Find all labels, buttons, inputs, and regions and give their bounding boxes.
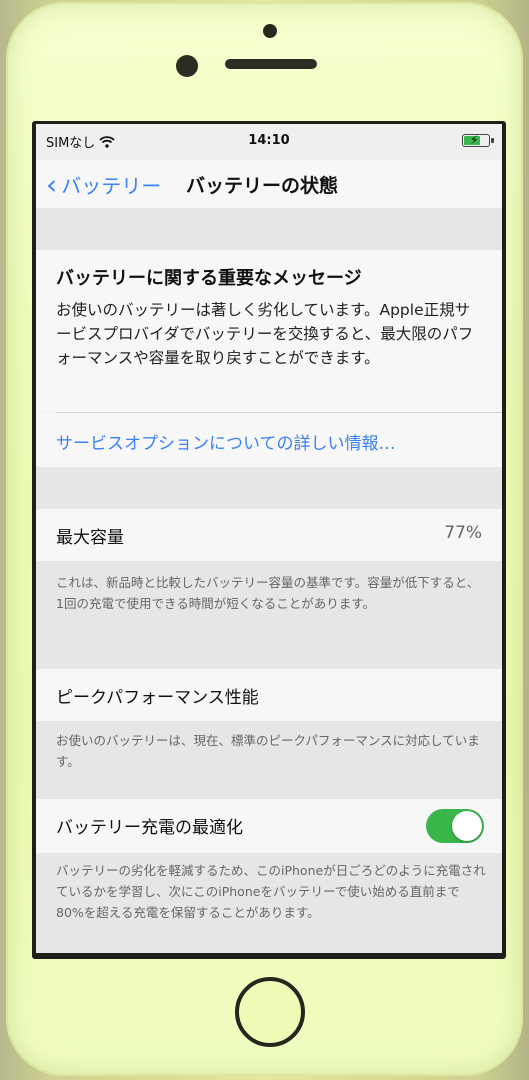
display: SIMなし 14:10 ⚡ ‹ バッテリー バッテリーの状態 バッテリーに関する… (36, 124, 502, 953)
home-button[interactable] (235, 977, 305, 1047)
max-capacity-label: 最大容量 (56, 528, 124, 548)
page-title: バッテリーの状態 (186, 175, 339, 197)
optimized-charging-toggle[interactable] (426, 809, 484, 843)
peak-performance-footer: お使いのバッテリーは、現在、標準のピークパフォーマンスに対応しています。 (56, 733, 480, 769)
status-time: 14:10 (248, 133, 290, 148)
max-capacity-cell: 最大容量 77% (36, 509, 502, 561)
iphone-body: SIMなし 14:10 ⚡ ‹ バッテリー バッテリーの状態 バッテリーに関する… (6, 2, 523, 1076)
service-options-link[interactable]: サービスオプションについての詳しい情報… (56, 429, 396, 454)
battery-icon: ⚡ (462, 133, 494, 147)
back-button[interactable]: ‹ バッテリー (46, 170, 161, 199)
navigation-bar: ‹ バッテリー バッテリーの状態 (36, 160, 502, 208)
status-bar: SIMなし 14:10 ⚡ (36, 124, 502, 156)
screen-bezel: SIMなし 14:10 ⚡ ‹ バッテリー バッテリーの状態 バッテリーに関する… (32, 121, 506, 959)
proximity-sensor (176, 55, 198, 77)
chevron-left-icon: ‹ (46, 167, 58, 201)
peak-performance-cell: ピークパフォーマンス性能 (36, 669, 502, 721)
max-capacity-footer: これは、新品時と比較したバッテリー容量の基準です。容量が低下すると、1回の充電で… (56, 575, 480, 611)
message-cell: バッテリーに関する重要なメッセージ お使いのバッテリーは著しく劣化しています。A… (36, 250, 502, 412)
service-link-cell[interactable]: サービスオプションについての詳しい情報… (36, 413, 502, 467)
charging-bolt-icon: ⚡ (470, 133, 479, 147)
peak-performance-label: ピークパフォーマンス性能 (56, 688, 259, 708)
section-gap (36, 467, 502, 509)
optimized-charging-label: バッテリー充電の最適化 (56, 818, 243, 838)
section-gap (36, 208, 502, 250)
optimized-charging-cell: バッテリー充電の最適化 (36, 799, 502, 853)
toggle-knob (452, 811, 482, 841)
front-camera (263, 24, 277, 38)
earpiece-speaker (225, 59, 317, 69)
message-body: お使いのバッテリーは著しく劣化しています。Apple正規サービスプロバイダでバッ… (56, 301, 474, 367)
back-button-label: バッテリー (61, 174, 162, 198)
message-title: バッテリーに関する重要なメッセージ (56, 268, 362, 289)
optimized-charging-footer: バッテリーの劣化を軽減するため、このiPhoneが日ごろどのように充電されている… (56, 863, 486, 920)
max-capacity-value: 77% (444, 523, 482, 543)
